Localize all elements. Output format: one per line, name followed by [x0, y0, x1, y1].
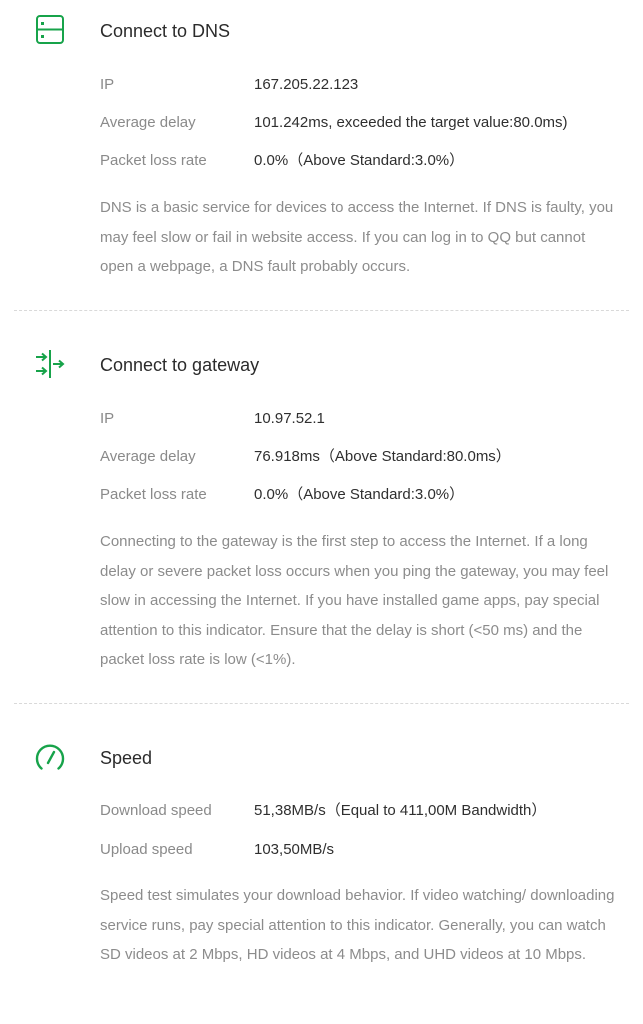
- dns-delay-value: 101.242ms, exceeded the target value:80.…: [254, 114, 568, 131]
- gateway-loss-value: 0.0%（Above Standard:3.0%）: [254, 486, 465, 503]
- gateway-title: Connect to gateway: [100, 355, 260, 375]
- gateway-delay-row: Average delay 76.918ms（Above Standard:80…: [0, 446, 643, 468]
- speed-description: Speed test simulates your download behav…: [100, 887, 615, 963]
- speed-title: Speed: [100, 748, 153, 768]
- server-icon: [34, 14, 66, 46]
- download-speed-value: 51,38MB/s（Equal to 411,00M Bandwidth）: [254, 802, 547, 819]
- dns-ip-value: 167.205.22.123: [254, 76, 359, 93]
- upload-speed-row: Upload speed 103,50MB/s: [0, 839, 643, 861]
- dns-description: DNS is a basic service for devices to ac…: [100, 199, 614, 275]
- gateway-ip-row: IP 10.97.52.1: [0, 408, 643, 430]
- dns-loss-label: Packet loss rate: [100, 152, 207, 169]
- dns-ip-label: IP: [100, 76, 115, 93]
- gateway-loss-row: Packet loss rate 0.0%（Above Standard:3.0…: [0, 484, 643, 506]
- gateway-loss-label: Packet loss rate: [100, 486, 207, 503]
- dns-delay-label: Average delay: [100, 114, 196, 131]
- dns-ip-row: IP 167.205.22.123: [0, 74, 643, 96]
- download-speed-label: Download speed: [100, 802, 212, 819]
- gateway-arrows-icon: [34, 348, 66, 380]
- gateway-ip-value: 10.97.52.1: [254, 410, 325, 427]
- dns-title: Connect to DNS: [100, 21, 231, 41]
- gateway-delay-value: 76.918ms（Above Standard:80.0ms）: [254, 448, 511, 465]
- upload-speed-value: 103,50MB/s: [254, 841, 335, 858]
- divider: [14, 310, 629, 311]
- dns-loss-value: 0.0%（Above Standard:3.0%）: [254, 152, 465, 169]
- gateway-delay-label: Average delay: [100, 448, 196, 465]
- gateway-ip-label: IP: [100, 410, 115, 427]
- dns-loss-row: Packet loss rate 0.0%（Above Standard:3.0…: [0, 150, 643, 172]
- dns-delay-row: Average delay 101.242ms, exceeded the ta…: [0, 112, 643, 134]
- upload-speed-label: Upload speed: [100, 841, 193, 858]
- speedometer-icon: [34, 741, 66, 773]
- divider: [14, 703, 629, 704]
- gateway-description: Connecting to the gateway is the first s…: [100, 533, 609, 668]
- download-speed-row: Download speed 51,38MB/s（Equal to 411,00…: [0, 800, 643, 822]
